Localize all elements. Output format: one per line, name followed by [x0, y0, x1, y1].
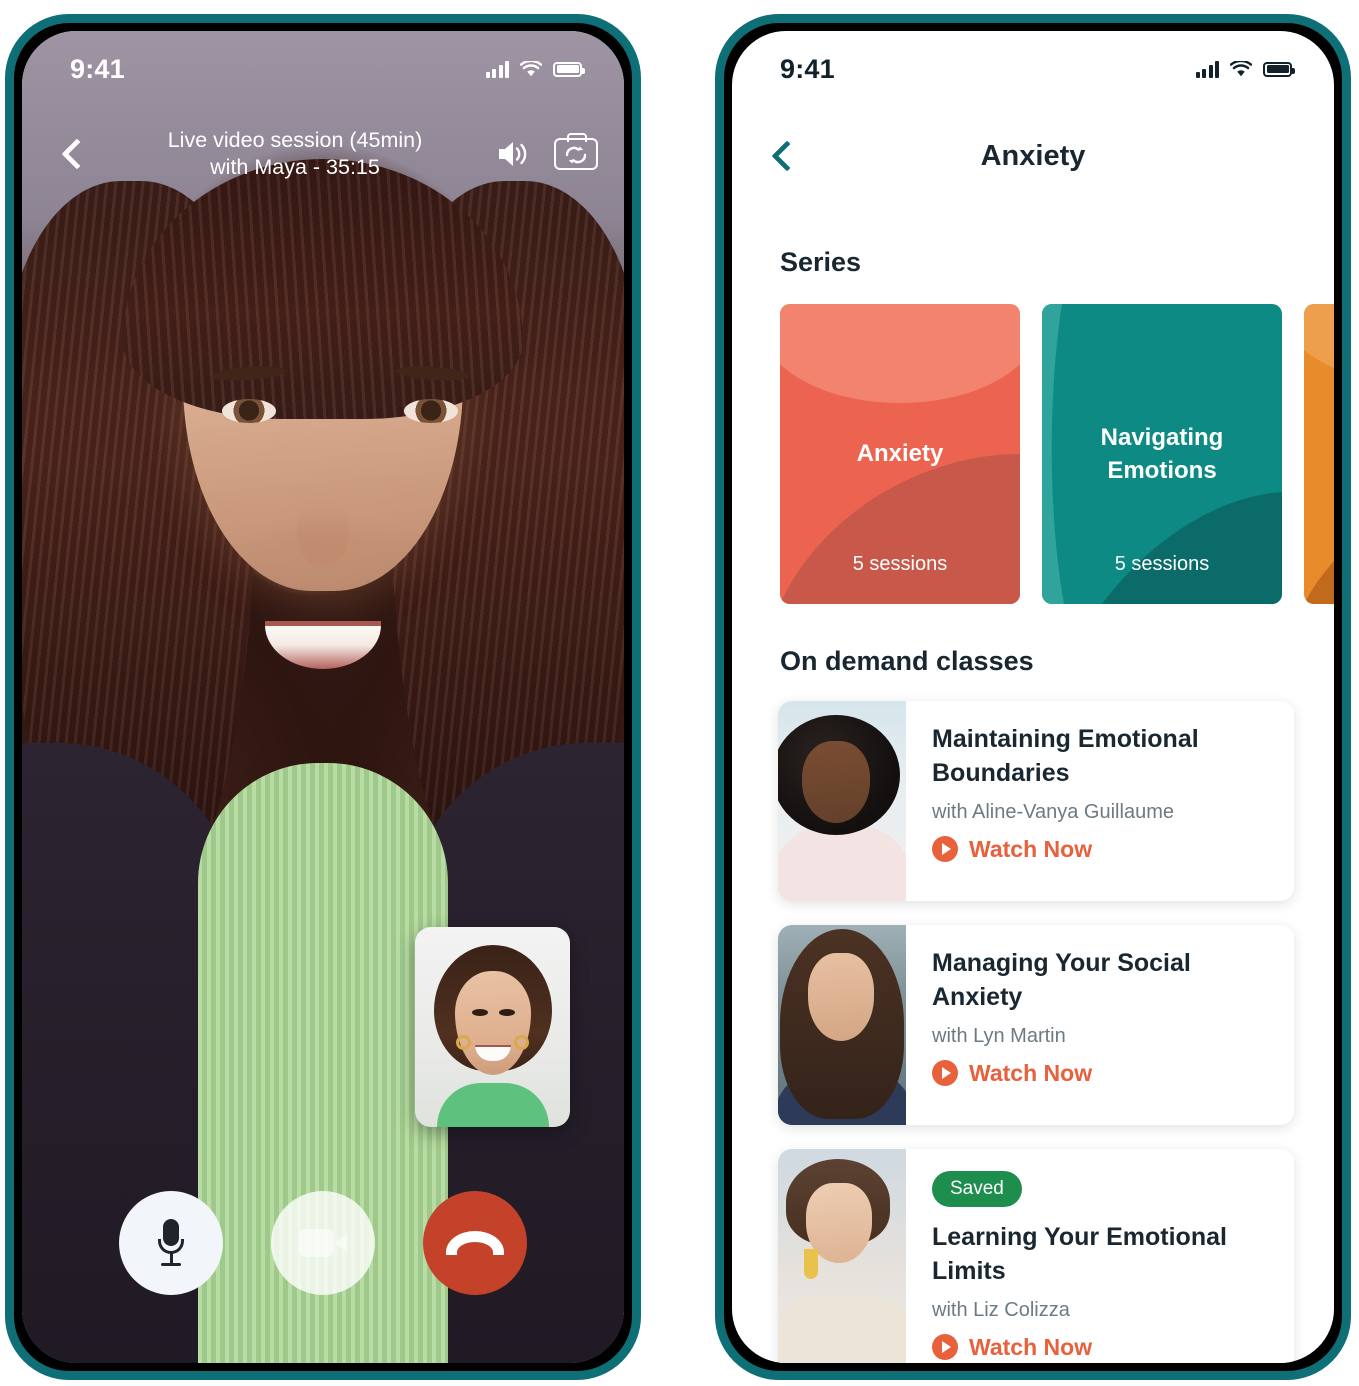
status-bar-right: 9:41 — [732, 31, 1334, 95]
volume-down-button-right[interactable] — [715, 409, 724, 487]
call-controls — [22, 1191, 624, 1295]
status-time: 9:41 — [780, 53, 835, 84]
wifi-icon — [519, 59, 543, 78]
call-session-title: Live video session (45min) with Maya - 3… — [90, 127, 496, 182]
mute-switch-right[interactable] — [715, 219, 724, 261]
class-author: with Lyn Martin — [932, 1024, 1066, 1047]
speaker-on-icon[interactable] — [496, 139, 534, 169]
wifi-icon — [1229, 59, 1253, 78]
camera-button[interactable] — [271, 1191, 375, 1295]
decorative-mouth — [265, 621, 381, 669]
watch-now-button[interactable]: Watch Now — [932, 836, 1092, 863]
decorative-pip-body — [436, 1083, 549, 1127]
decorative-pip-eye-right — [499, 1009, 515, 1016]
class-card-body: Managing Your Social Anxiety with Lyn Ma… — [906, 925, 1294, 1125]
remote-video-feed — [22, 31, 624, 1363]
series-card-navigating-emotions[interactable]: Navigating Emotions 5 sessions — [1042, 304, 1282, 604]
section-title-on-demand: On demand classes — [780, 646, 1034, 676]
series-card-anxiety[interactable]: Anxiety 5 sessions — [780, 304, 1020, 604]
battery-icon — [1263, 61, 1295, 77]
section-title-series: Series — [780, 247, 862, 277]
power-button-right[interactable] — [1342, 323, 1351, 443]
decorative-eye-left — [222, 399, 276, 423]
series-card-title: Navigating Emotions — [1100, 423, 1224, 484]
call-header: Live video session (45min) with Maya - 3… — [22, 123, 624, 185]
call-title-line-1: Live video session (45min) — [167, 127, 423, 152]
decorative-pip-earring-right — [514, 1035, 529, 1050]
decorative-nose — [297, 501, 349, 567]
decorative-eye-right — [404, 399, 458, 423]
back-button[interactable] — [56, 137, 90, 171]
volume-down-button[interactable] — [5, 409, 14, 487]
screenshot-root: 9:41 Live video session (45min) with May… — [0, 0, 1359, 1386]
instructor-thumbnail — [778, 925, 906, 1125]
series-card-sessions: 5 sessions — [1114, 553, 1210, 575]
series-card-partial[interactable] — [1304, 304, 1334, 604]
phone-device-left: 9:41 Live video session (45min) with May… — [5, 14, 641, 1380]
call-title-line-2: with Maya - 35:15 — [210, 155, 380, 179]
instructor-thumbnail — [778, 1149, 906, 1363]
class-author: with Liz Colizza — [932, 1298, 1070, 1321]
class-card-body: Maintaining Emotional Boundaries with Al… — [906, 701, 1294, 901]
series-card-sessions: 5 sessions — [852, 553, 948, 575]
page-title: Anxiety — [980, 139, 1086, 172]
play-circle-icon — [932, 1334, 958, 1360]
class-title: Managing Your Social Anxiety — [932, 949, 1191, 1011]
play-circle-icon — [932, 1060, 958, 1086]
power-button[interactable] — [632, 323, 641, 443]
phone-device-right: 9:41 Anxiety Series Anxiety 5 sessions N… — [715, 14, 1351, 1380]
decorative-pip-earring-left — [456, 1035, 471, 1050]
video-call-screen: 9:41 Live video session (45min) with May… — [22, 31, 624, 1363]
instructor-thumbnail — [778, 701, 906, 901]
library-content: Series Anxiety 5 sessions Navigating Emo… — [732, 199, 1334, 1363]
phone-hangup-icon — [446, 1231, 504, 1255]
back-button[interactable] — [766, 139, 800, 173]
microphone-button[interactable] — [119, 1191, 223, 1295]
end-call-button[interactable] — [423, 1191, 527, 1295]
status-bar-left: 9:41 — [22, 31, 624, 95]
class-title: Maintaining Emotional Boundaries — [932, 725, 1199, 787]
mute-switch[interactable] — [5, 219, 14, 261]
play-circle-icon — [932, 836, 958, 862]
battery-icon — [553, 61, 585, 77]
status-time: 9:41 — [70, 53, 125, 84]
watch-now-label: Watch Now — [969, 1059, 1093, 1086]
status-icons — [1195, 59, 1295, 78]
status-badge: Saved — [932, 1171, 1022, 1207]
watch-now-label: Watch Now — [969, 835, 1093, 862]
volume-up-button[interactable] — [5, 309, 14, 387]
on-demand-class-list: Maintaining Emotional Boundaries with Al… — [732, 677, 1334, 1363]
anxiety-library-screen: 9:41 Anxiety Series Anxiety 5 sessions N… — [732, 31, 1334, 1363]
watch-now-button[interactable]: Watch Now — [932, 1334, 1092, 1361]
class-author: with Aline-Vanya Guillaume — [932, 800, 1174, 823]
watch-now-label: Watch Now — [969, 1333, 1093, 1360]
class-card[interactable]: Saved Learning Your Emotional Limits wit… — [778, 1149, 1294, 1363]
navigation-bar: Anxiety — [732, 123, 1334, 189]
decorative-pip-eye-left — [472, 1009, 488, 1016]
self-view-thumbnail[interactable] — [415, 927, 570, 1127]
class-card[interactable]: Maintaining Emotional Boundaries with Al… — [778, 701, 1294, 901]
call-header-actions — [496, 133, 598, 170]
volume-up-button-right[interactable] — [715, 309, 724, 387]
signal-icon — [1195, 60, 1219, 78]
video-camera-icon — [299, 1229, 347, 1257]
class-card-body: Saved Learning Your Emotional Limits wit… — [906, 1149, 1294, 1363]
watch-now-button[interactable]: Watch Now — [932, 1060, 1092, 1087]
class-card[interactable]: Managing Your Social Anxiety with Lyn Ma… — [778, 925, 1294, 1125]
status-icons — [485, 59, 585, 78]
series-carousel[interactable]: Anxiety 5 sessions Navigating Emotions 5… — [732, 278, 1334, 604]
signal-icon — [485, 60, 509, 78]
class-title: Learning Your Emotional Limits — [932, 1223, 1227, 1285]
series-card-title: Anxiety — [856, 440, 944, 468]
flip-camera-icon[interactable] — [554, 133, 598, 170]
microphone-icon — [158, 1219, 184, 1267]
